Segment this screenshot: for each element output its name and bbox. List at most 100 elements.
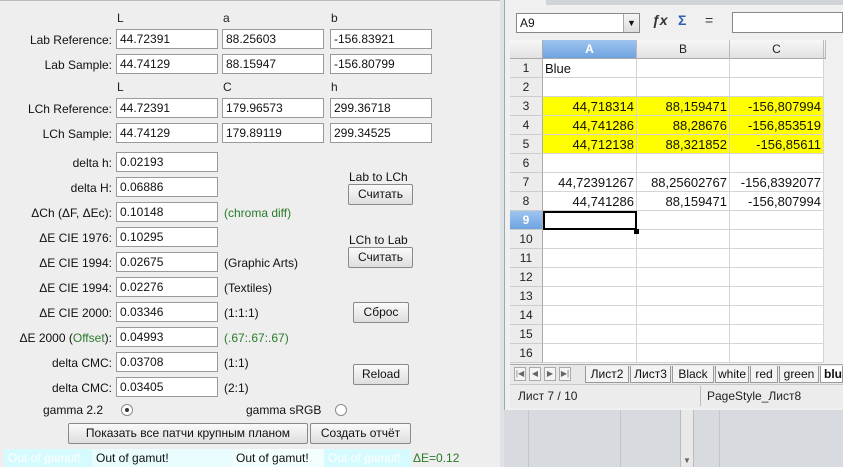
cell-c10[interactable]	[730, 230, 824, 249]
lab-reference-l-field[interactable]: 44.72391	[116, 29, 218, 49]
cell-b13[interactable]	[637, 287, 730, 306]
row-header-1[interactable]: 1	[510, 59, 543, 78]
cell-b1[interactable]	[637, 59, 730, 78]
cell-b10[interactable]	[637, 230, 730, 249]
cell-c4[interactable]: -156,853519	[730, 116, 824, 135]
lch-reference-h-field[interactable]: 299.36718	[330, 98, 432, 118]
column-header-c[interactable]: C	[730, 40, 824, 59]
lab-sample-a-field[interactable]: 88.15947	[222, 54, 324, 74]
row-header-4[interactable]: 4	[510, 116, 543, 135]
first-sheet-icon[interactable]: |◀	[514, 367, 526, 381]
lab-to-lch-calc-button[interactable]: Считать	[348, 184, 413, 205]
next-sheet-icon[interactable]: ▶	[544, 367, 556, 381]
cell-b9[interactable]	[637, 211, 730, 230]
delta-e-1976-field[interactable]: 0.10295	[116, 227, 218, 247]
equals-icon[interactable]: =	[705, 12, 713, 28]
cell-c7[interactable]: -156,8392077	[730, 173, 824, 192]
cell-a1[interactable]: Blue	[543, 59, 637, 78]
row-header-8[interactable]: 8	[510, 192, 543, 211]
last-sheet-icon[interactable]: ▶|	[559, 367, 571, 381]
row-header-7[interactable]: 7	[510, 173, 543, 192]
cell-c14[interactable]	[730, 306, 824, 325]
row-header-10[interactable]: 10	[510, 230, 543, 249]
cell-a9-active[interactable]	[543, 211, 637, 230]
prev-sheet-icon[interactable]: ◀	[529, 367, 541, 381]
row-header-14[interactable]: 14	[510, 306, 543, 325]
cell-a15[interactable]	[543, 325, 637, 344]
background-scrollbar[interactable]: ▼	[680, 410, 694, 467]
delta-e-2000-field[interactable]: 0.03346	[116, 302, 218, 322]
cell-b2[interactable]	[637, 78, 730, 97]
select-all-corner[interactable]	[510, 40, 543, 59]
cell-c2[interactable]	[730, 78, 824, 97]
cell-a12[interactable]	[543, 268, 637, 287]
lab-sample-b-field[interactable]: -156.80799	[330, 54, 432, 74]
delta-e-2000-offset-field[interactable]: 0.04993	[116, 327, 218, 347]
row-header-5[interactable]: 5	[510, 135, 543, 154]
row-header-3[interactable]: 3	[510, 97, 543, 116]
row-header-11[interactable]: 11	[510, 249, 543, 268]
cell-a2[interactable]	[543, 78, 637, 97]
row-header-6[interactable]: 6	[510, 154, 543, 173]
cell-b3[interactable]: 88,159471	[637, 97, 730, 116]
cell-a8[interactable]: 44,741286	[543, 192, 637, 211]
reload-button[interactable]: Reload	[353, 364, 409, 385]
cell-b12[interactable]	[637, 268, 730, 287]
row-header-12[interactable]: 12	[510, 268, 543, 287]
cell-b5[interactable]: 88,321852	[637, 135, 730, 154]
cell-a13[interactable]	[543, 287, 637, 306]
cell-b4[interactable]: 88,28676	[637, 116, 730, 135]
create-report-button[interactable]: Создать отчёт	[310, 423, 411, 444]
gamma-srgb-radio[interactable]	[335, 404, 347, 416]
cell-a6[interactable]	[543, 154, 637, 173]
cell-a3[interactable]: 44,718314	[543, 97, 637, 116]
delta-e-1994-ga-field[interactable]: 0.02675	[116, 252, 218, 272]
cell-b6[interactable]	[637, 154, 730, 173]
fill-handle[interactable]	[634, 229, 639, 234]
cell-a10[interactable]	[543, 230, 637, 249]
delta-cmc-21-field[interactable]: 0.03405	[116, 377, 218, 397]
column-header-a[interactable]: A	[543, 40, 637, 59]
row-header-9[interactable]: 9	[510, 211, 543, 230]
cell-c15[interactable]	[730, 325, 824, 344]
lab-sample-l-field[interactable]: 44.74129	[116, 54, 218, 74]
cell-a11[interactable]	[543, 249, 637, 268]
cell-b11[interactable]	[637, 249, 730, 268]
lab-reference-b-field[interactable]: -156.83921	[330, 29, 432, 49]
delta-big-h-field[interactable]: 0.06886	[116, 177, 218, 197]
cell-c12[interactable]	[730, 268, 824, 287]
sheet-tab-green[interactable]: green	[779, 366, 819, 383]
formula-input[interactable]	[732, 12, 843, 33]
sheet-tab-red[interactable]: red	[750, 366, 778, 383]
cell-c1[interactable]	[730, 59, 824, 78]
lch-sample-h-field[interactable]: 299.34525	[330, 123, 432, 143]
row-header-15[interactable]: 15	[510, 325, 543, 344]
row-header-2[interactable]: 2	[510, 78, 543, 97]
name-box[interactable]: A9 ▼	[516, 13, 640, 33]
cell-a14[interactable]	[543, 306, 637, 325]
gamma-22-radio[interactable]	[121, 404, 133, 416]
lch-reference-c-field[interactable]: 179.96573	[222, 98, 324, 118]
function-wizard-icon[interactable]: ƒx	[652, 12, 668, 28]
sheet-tab-blue[interactable]: blue	[820, 366, 843, 383]
cell-c16[interactable]	[730, 344, 824, 363]
lch-sample-l-field[interactable]: 44.74129	[116, 123, 218, 143]
cell-b16[interactable]	[637, 344, 730, 363]
chevron-down-icon[interactable]: ▼	[623, 14, 639, 32]
sheet-tab-black[interactable]: Black	[672, 366, 714, 383]
cell-b15[interactable]	[637, 325, 730, 344]
cell-c3[interactable]: -156,807994	[730, 97, 824, 116]
cell-c13[interactable]	[730, 287, 824, 306]
cell-c6[interactable]	[730, 154, 824, 173]
cell-b7[interactable]: 88,25602767	[637, 173, 730, 192]
reset-button[interactable]: Сброс	[353, 302, 409, 323]
delta-e-1994-tx-field[interactable]: 0.02276	[116, 277, 218, 297]
sheet-tab-list2[interactable]: Лист2	[585, 366, 629, 383]
delta-cmc-11-field[interactable]: 0.03708	[116, 352, 218, 372]
lch-reference-l-field[interactable]: 44.72391	[116, 98, 218, 118]
sheet-tab-list3[interactable]: Лист3	[630, 366, 671, 383]
cell-b8[interactable]: 88,159471	[637, 192, 730, 211]
sheet-tab-white[interactable]: white	[715, 366, 749, 383]
row-header-16[interactable]: 16	[510, 344, 543, 363]
delta-ch-field[interactable]: 0.10148	[116, 202, 218, 222]
